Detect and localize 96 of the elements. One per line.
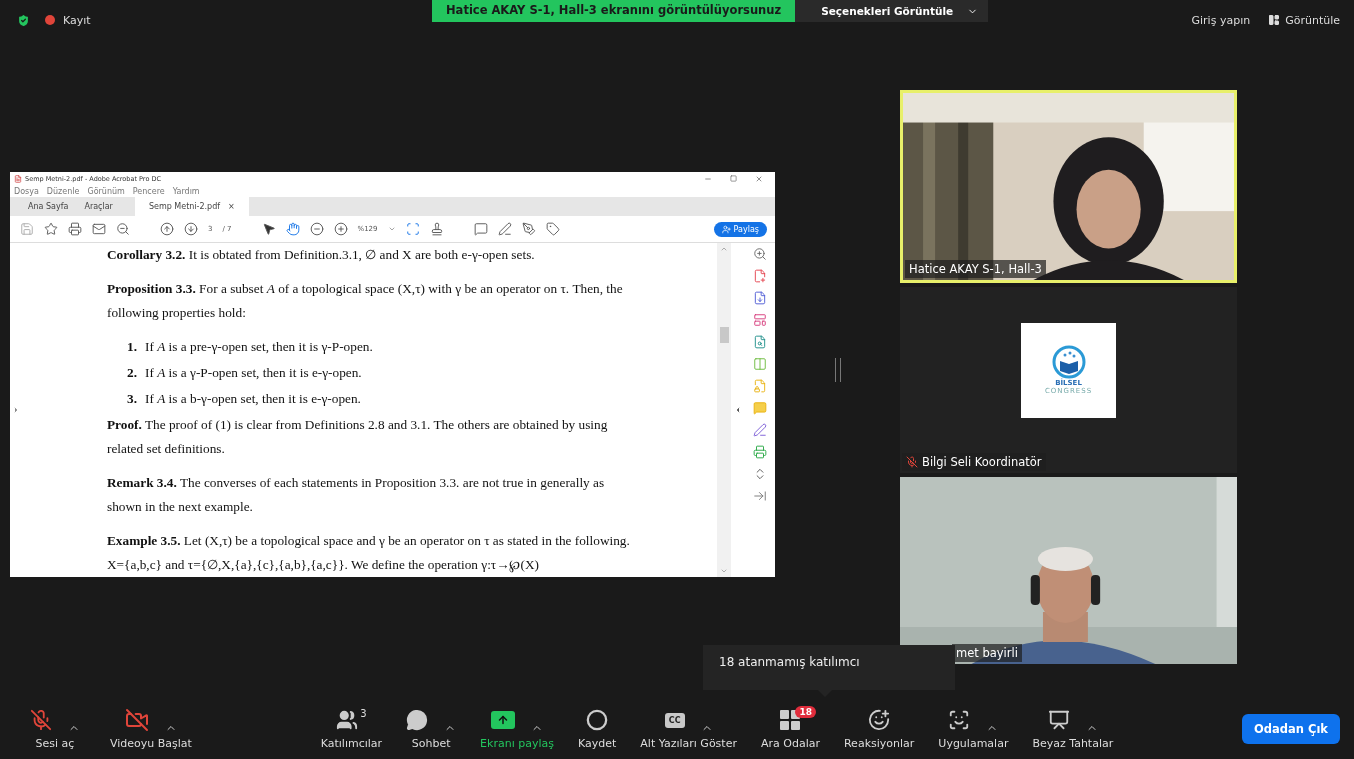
chat-icon [406,709,429,731]
paragraph: Proof. The proof of (1) is clear from Definitions 2.8 and 3.1. The others are obtained by using related set definitions. [107,416,609,458]
whiteboard-icon [1047,709,1070,731]
participant-name: Bilgi Seli Koordinatör [922,455,1042,469]
fit-page-icon[interactable] [405,222,420,236]
zoom-in-icon[interactable] [753,247,767,261]
print-icon[interactable] [68,222,82,236]
sharing-banner: Hatice AKAY S-1, Hall-3 ekranını görüntülüyorsunuz [432,0,796,22]
view-options-button[interactable]: Seçenekleri Görüntüle [795,0,989,22]
collapse-icon[interactable] [753,489,767,503]
recording-indicator[interactable]: Kayıt [45,13,91,27]
record-icon [586,709,609,731]
zoom-out-icon[interactable] [116,222,130,236]
stamp-icon[interactable] [429,222,444,236]
list-number: 2. [127,364,137,382]
view-button[interactable]: Görüntüle [1268,13,1340,27]
scroll-thumb[interactable] [719,327,729,343]
participant-name: met bayirli [956,646,1018,660]
captions-button[interactable]: CC Alt Yazıları Göster [640,708,737,750]
file-plus-icon[interactable] [753,269,767,283]
list-text: If A is a b-γ-open set, then it is e-γ-open. [145,390,361,408]
hand-icon[interactable] [285,222,300,236]
tab-close[interactable]: × [228,202,235,211]
add-person-icon [721,224,731,234]
layout-icon [1268,14,1281,26]
comment-icon[interactable] [473,222,488,236]
shield-check-icon[interactable] [16,12,31,28]
collapse-panel-icon[interactable] [734,406,742,414]
grid-icon [779,709,802,731]
list-number: 3. [127,390,137,408]
tooltip: 18 atanmamış katılımcı [703,645,955,690]
reactions-button[interactable]: Reaksiyonlar [843,708,915,750]
star-icon[interactable] [44,222,58,236]
file-download-icon[interactable] [753,291,767,305]
chat-button[interactable]: Sohbet [406,708,457,750]
share-button[interactable]: Ekranı paylaş [480,708,554,750]
pen-icon[interactable] [497,222,512,236]
share-button[interactable]: Paylaş [713,221,767,237]
columns-icon[interactable] [753,357,767,371]
paragraph: Remark 3.4. The converses of each statements in Proposition 3.3. are not true in generally as shown in the next example. [107,474,606,516]
list-number: 1. [127,338,137,356]
menu-item[interactable]: Düzenle [46,186,80,196]
file-search-icon[interactable] [753,335,767,349]
apps-icon [948,709,971,731]
sign-icon[interactable] [521,222,536,236]
menu-item[interactable]: Pencere [132,186,165,196]
expand-panel-icon[interactable] [12,406,20,414]
book-globe-logo-icon [1051,345,1086,379]
video-button[interactable]: Videoyu Başlat [110,708,192,750]
next-page-icon[interactable] [184,222,198,236]
menu-item[interactable]: Dosya [14,186,39,196]
tab-label: Semp Metni-2.pdf [148,202,221,211]
tab-label: Araçlar [84,202,113,211]
layout-icon[interactable] [753,313,767,327]
maximize-icon[interactable] [730,174,737,182]
tab[interactable]: Semp Metni-2.pdf × [134,197,249,216]
paragraph: Corollary 3.2. It is obtated from Definition.3.1, ∅ and X are both e-γ-open sets. [107,246,536,264]
previous-page-icon[interactable] [160,222,174,236]
participants-button[interactable]: 3 Katılımcılar [320,708,383,750]
people-icon [336,709,359,731]
pointer-icon[interactable] [261,222,276,236]
mic-button[interactable]: Sesi aç [30,708,80,750]
participant-count: 3 [360,708,367,719]
participant-name: Hatice AKAY S-1, Hall-3 [909,262,1042,276]
tab[interactable]: Araçlar [76,197,121,216]
rooms-button[interactable]: 18 Ara Odalar [760,708,820,750]
apps-button[interactable]: Uygulamalar [938,708,1009,750]
tab[interactable]: Ana Sayfa [20,197,77,216]
menu-item[interactable]: Görünüm [87,186,125,196]
room-count-badge: 18 [795,706,816,718]
pen-icon[interactable] [753,423,767,437]
list-text: If A is a γ-P-open set, then it is e-γ-open. [145,364,362,382]
zoom-in-icon[interactable] [333,222,348,236]
paragraph: Proposition 3.3. For a subset A of a topological space (X,τ) with γ be an operator on τ. Then, the following properties hold: [107,280,624,322]
sign-in-link[interactable]: Giriş yapın [1191,13,1251,27]
menu-item[interactable]: Yardım [172,186,200,196]
tag-icon[interactable] [545,222,560,236]
tab-label: Ana Sayfa [28,202,69,211]
record-button[interactable]: Kaydet [578,708,617,750]
leave-room-button[interactable]: Odadan Çık [1242,714,1340,744]
scroll-down-icon[interactable] [720,567,728,575]
scrollbar[interactable] [717,243,731,577]
expand-icon[interactable] [753,467,767,481]
captions-icon: CC [664,712,685,728]
save-icon[interactable] [20,222,34,236]
caret-icon[interactable] [387,225,396,233]
pdf-file-icon [14,174,22,183]
list-text: If A is a pre-γ-open set, then it is γ-P-open. [145,338,373,356]
zoom-out-icon[interactable] [309,222,324,236]
close-icon[interactable] [755,174,763,183]
whiteboard-button[interactable]: Beyaz Tahtalar [1032,708,1114,750]
print-icon[interactable] [753,445,767,459]
scroll-up-icon[interactable] [720,245,728,253]
paragraph: Example 3.5. Let (X,τ) be a topological space and γ be an operator on τ as stated in the following. X={a,b,c} and τ={∅,X,{a},{c},{a,b},{a,c}}. We define the operation γ:τ→℘(X) [107,532,631,575]
smiley-plus-icon [868,709,891,731]
mail-icon[interactable] [92,222,106,236]
